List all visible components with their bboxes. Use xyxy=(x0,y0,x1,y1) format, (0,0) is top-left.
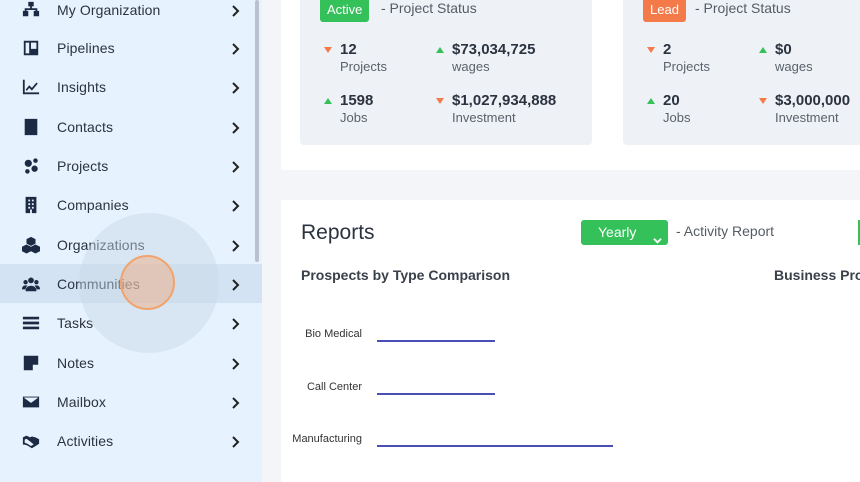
main-content: Active - Project Status 12 Projects $73,… xyxy=(262,0,860,482)
sidebar-item-label: My Organization xyxy=(57,1,161,18)
stat-value: $73,034,725 xyxy=(452,41,536,58)
chevron-right-icon xyxy=(229,278,241,291)
trend-up-icon xyxy=(647,98,655,104)
tasks-icon xyxy=(21,313,41,333)
sidebar-item-label: Insights xyxy=(57,78,107,95)
sidebar-item-communities[interactable]: Communities xyxy=(0,264,262,303)
period-select-value: Yearly xyxy=(598,224,637,240)
chart-title: Prospects by Type Comparison xyxy=(301,267,511,283)
line-chart-icon xyxy=(21,77,41,97)
stat-value: 1598 xyxy=(340,92,374,109)
note-icon xyxy=(21,353,41,373)
chevron-right-icon xyxy=(229,317,241,330)
chevron-right-icon xyxy=(229,42,241,55)
trend-up-icon xyxy=(759,47,767,53)
chevron-right-icon xyxy=(229,239,241,252)
sidebar-item-insights[interactable]: Insights xyxy=(0,67,262,106)
sidebar-item-label: Activities xyxy=(57,432,114,449)
chevron-right-icon xyxy=(229,121,241,134)
stat-value: 2 xyxy=(663,41,672,58)
sidebar-item-tasks[interactable]: Tasks xyxy=(0,303,262,342)
stat-label: Projects xyxy=(340,59,387,74)
chart-bar[interactable] xyxy=(377,340,495,342)
stat-label: Jobs xyxy=(340,110,368,125)
pipeline-icon xyxy=(21,38,41,58)
trend-down-icon xyxy=(759,98,767,104)
chart-bar[interactable] xyxy=(377,445,613,447)
chart-category-label: Bio Medical xyxy=(305,328,362,340)
chart-category-label: Manufacturing xyxy=(292,433,362,445)
trend-up-icon xyxy=(324,98,332,104)
sidebar: My Organization Pipelines Insights Contacts… xyxy=(0,0,262,482)
envelope-icon xyxy=(21,392,41,412)
prospects-bar-chart: Bio Medical Call Center Manufacturing xyxy=(292,328,613,447)
sidebar-item-projects[interactable]: Projects xyxy=(0,146,262,185)
period-select[interactable]: Yearly xyxy=(581,220,668,245)
chevron-right-icon xyxy=(229,4,241,17)
card-status-label: - Project Status xyxy=(381,0,477,16)
stat-label: Jobs xyxy=(663,110,691,125)
org-chart-icon xyxy=(21,0,41,20)
sidebar-item-label: Organizations xyxy=(57,236,145,253)
sidebar-item-my-organization[interactable]: My Organization xyxy=(0,0,262,29)
trend-up-icon xyxy=(436,47,444,53)
stat-label: wages xyxy=(452,59,490,74)
activity-report-label: - Activity Report xyxy=(676,223,775,239)
chevron-right-icon xyxy=(229,81,241,94)
sidebar-item-label: Projects xyxy=(57,157,109,174)
contact-card-icon xyxy=(21,117,41,137)
sidebar-item-mailbox[interactable]: Mailbox xyxy=(0,382,262,421)
lead-status-card: Lead - Project Status 2 Projects $0 wage… xyxy=(623,0,860,145)
chevron-right-icon xyxy=(229,396,241,409)
sidebar-item-label: Communities xyxy=(57,275,140,292)
sidebar-item-notes[interactable]: Notes xyxy=(0,343,262,382)
stat-value: $0 xyxy=(775,41,792,58)
sidebar-item-organizations[interactable]: Organizations xyxy=(0,225,262,264)
active-status-card: Active - Project Status 12 Projects $73,… xyxy=(300,0,592,145)
card-status-label: - Project Status xyxy=(695,0,791,16)
trend-down-icon xyxy=(647,47,655,53)
chart-category-label: Call Center xyxy=(307,381,362,393)
status-section: Active - Project Status 12 Projects $73,… xyxy=(281,0,860,170)
building-icon xyxy=(21,195,41,215)
chevron-right-icon xyxy=(229,160,241,173)
cubes-icon xyxy=(21,235,41,255)
sidebar-item-label: Notes xyxy=(57,354,95,371)
chart2-title: Business Pro xyxy=(774,267,860,283)
stat-value: $3,000,000 xyxy=(775,92,851,109)
stat-value: 20 xyxy=(663,92,680,109)
sidebar-item-label: Tasks xyxy=(57,314,94,331)
sidebar-item-companies[interactable]: Companies xyxy=(0,185,262,224)
stat-label: Investment xyxy=(452,110,516,125)
chevron-right-icon xyxy=(229,357,241,370)
status-badge-active: Active xyxy=(320,0,370,22)
reports-panel: Reports Yearly - Activity Report Prospec… xyxy=(281,200,860,482)
stat-label: Investment xyxy=(775,110,839,125)
stat-value: $1,027,934,888 xyxy=(452,92,557,109)
sidebar-item-label: Pipelines xyxy=(57,39,115,56)
chevron-right-icon xyxy=(229,199,241,212)
trend-down-icon xyxy=(324,47,332,53)
stat-value: 12 xyxy=(340,41,357,58)
sidebar-item-label: Contacts xyxy=(57,118,114,135)
chart-bar[interactable] xyxy=(377,393,495,395)
reports-title: Reports xyxy=(301,221,375,244)
users-icon xyxy=(21,274,41,294)
sidebar-item-label: Mailbox xyxy=(57,393,106,410)
stat-label: Projects xyxy=(663,59,710,74)
chevron-right-icon xyxy=(229,435,241,448)
handshake-icon xyxy=(21,431,41,451)
status-badge-lead: Lead xyxy=(643,0,686,22)
stat-label: wages xyxy=(775,59,813,74)
sidebar-item-contacts[interactable]: Contacts xyxy=(0,107,262,146)
gears-icon xyxy=(21,156,41,176)
chevron-down-icon xyxy=(653,228,662,244)
trend-down-icon xyxy=(436,98,444,104)
sidebar-item-activities[interactable]: Activities xyxy=(0,421,262,460)
sidebar-item-label: Companies xyxy=(57,196,129,213)
sidebar-item-pipelines[interactable]: Pipelines xyxy=(0,28,262,67)
